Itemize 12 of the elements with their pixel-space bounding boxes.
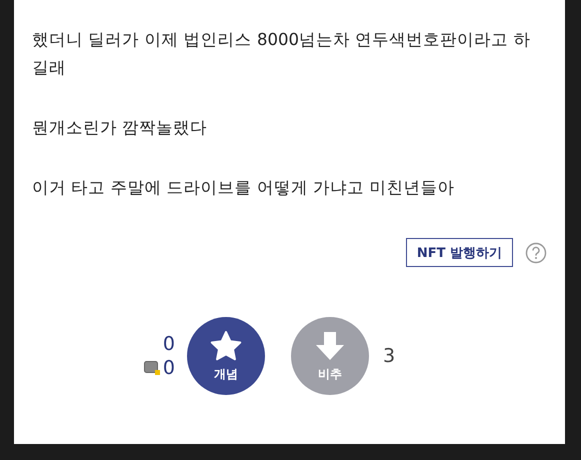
upvote-button[interactable]: 개념: [187, 317, 265, 395]
post-text: 뭔개소린가 깜짝놀랬다: [32, 117, 208, 139]
fixed-user-icon: [144, 361, 160, 375]
post-text: 이거 타고 주말에 드라이브를 어떻게 가냐고 미친년들아: [32, 177, 456, 199]
downvote-count: 3: [383, 345, 396, 367]
star-icon: [209, 330, 243, 362]
fixed-user-count: 0: [162, 357, 175, 379]
upvote-count: 0: [162, 333, 175, 355]
nft-button[interactable]: NFT 발행하기: [406, 238, 513, 267]
post-text: 했더니 딜러가 이제 법인리스 8000넘는차 연두색번호판이라고 하길래: [32, 29, 532, 79]
help-icon[interactable]: [525, 242, 547, 264]
down-arrow-icon: [315, 330, 345, 362]
